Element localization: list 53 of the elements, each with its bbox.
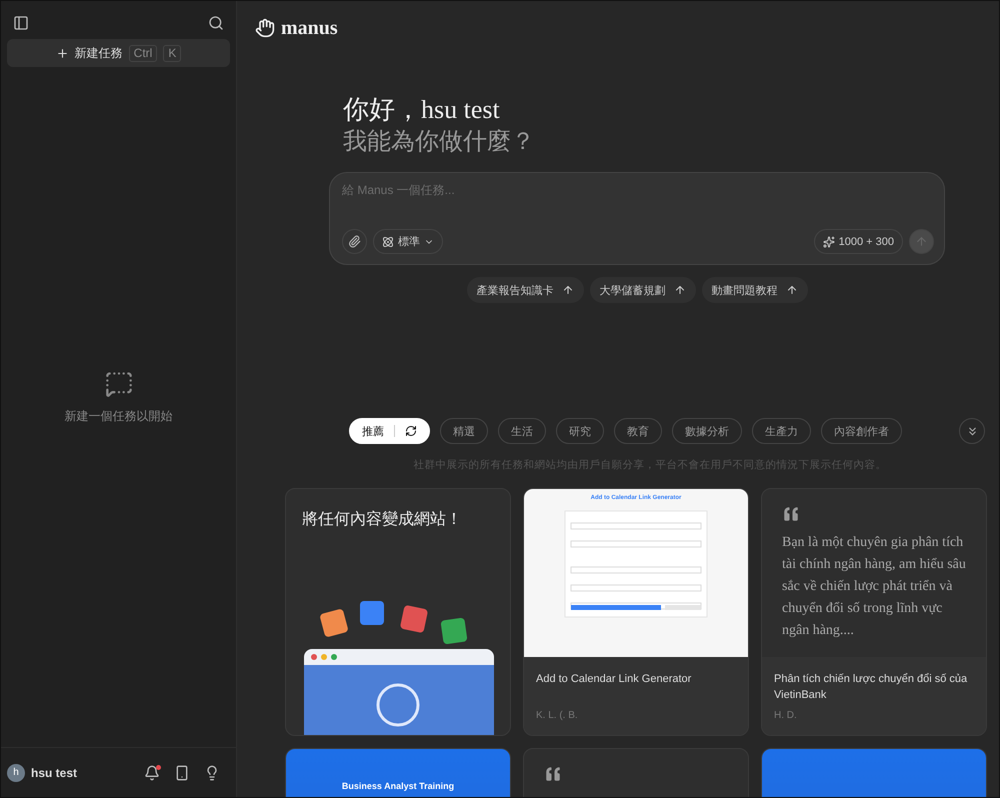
- task-input[interactable]: 給 Manus 一個任務...: [342, 183, 934, 197]
- new-task-label: 新建任務: [74, 44, 123, 62]
- atom-icon: [382, 236, 394, 248]
- filter-tab[interactable]: 數據分析: [672, 418, 742, 444]
- filter-tab[interactable]: 生活: [498, 418, 546, 444]
- shortcut-key: Ctrl: [128, 44, 158, 62]
- card-title: Phân tích chiến lược chuyển đổi số của VietinBank: [774, 672, 968, 703]
- user-avatar: h: [7, 764, 25, 782]
- quote-icon: [782, 505, 800, 523]
- greeting-text: 你好，hsu test: [342, 94, 501, 126]
- empty-state-text: 新建一個任務以開始: [64, 408, 172, 424]
- mode-dropdown[interactable]: 標準: [373, 229, 443, 254]
- card-title: 將任何內容變成網站！: [301, 510, 463, 530]
- card-author: K. L. (. B.: [536, 710, 579, 721]
- arrow-up-icon: [674, 284, 686, 296]
- expand-button[interactable]: [959, 418, 985, 444]
- card-title: Add to Calendar Link Generator: [536, 672, 692, 687]
- quote-icon: [544, 765, 562, 783]
- sidebar-toggle-icon[interactable]: [13, 15, 29, 31]
- arrow-up-icon: [786, 284, 798, 296]
- user-name: hsu test: [31, 766, 78, 780]
- paperclip-icon: [348, 235, 361, 248]
- quote-text: Bạn là một chuyên gia phân tích tài chính ngân hàng, am hiểu sâu sắc về chiến lược phát triển và chuyển đổi số trong lĩnh vực ngân hàng....: [782, 534, 966, 640]
- refresh-icon: [405, 425, 417, 437]
- task-card[interactable]: Business Analyst Training: [285, 748, 511, 797]
- filter-tab[interactable]: 生產力: [752, 418, 811, 444]
- filter-tab[interactable]: 研究: [556, 418, 604, 444]
- task-card[interactable]: Bạn là một chuyên gia phân tích tài chính ngân hàng, am hiểu sâu sắc về chiến lược phát triển và chuyển đổi số trong lĩnh vực ngân hàng.... Phân tích chiến lược chuyển đổi số của VietinBank H. D.: [761, 488, 987, 736]
- suggestion-chip[interactable]: 大學儲蓄規劃: [590, 277, 696, 303]
- filter-tab[interactable]: 推薦: [349, 418, 430, 444]
- filter-tab[interactable]: 精選: [440, 418, 488, 444]
- search-icon[interactable]: [208, 15, 224, 31]
- dashed-message-icon: [104, 370, 132, 398]
- bell-icon[interactable]: [144, 764, 160, 780]
- suggestion-chip[interactable]: 動畫問題教程: [702, 277, 808, 303]
- suggestion-chip[interactable]: 產業報告知識卡: [466, 277, 584, 303]
- new-task-button[interactable]: 新建任務 Ctrl K: [7, 39, 230, 67]
- plus-icon: [56, 46, 69, 60]
- arrow-up-icon: [915, 235, 928, 248]
- greeting-question: 我能為你做什麼？: [342, 128, 536, 157]
- credits-button[interactable]: 1000 + 300: [814, 229, 903, 254]
- arrow-up-icon: [562, 284, 574, 296]
- sparkle-icon: [822, 236, 835, 248]
- logo-text: manus: [281, 16, 338, 40]
- card-author: H. D.: [774, 710, 798, 721]
- phone-icon[interactable]: [174, 764, 190, 780]
- attach-button[interactable]: [342, 229, 367, 254]
- filter-tab[interactable]: 內容創作者: [821, 418, 902, 444]
- hand-logo-icon: [255, 18, 275, 38]
- filter-tab[interactable]: 教育: [614, 418, 662, 444]
- screenshot-title: Business Analyst Training: [342, 781, 454, 791]
- shortcut-key: K: [163, 44, 182, 62]
- task-card[interactable]: 將任何內容變成網站！: [285, 488, 511, 736]
